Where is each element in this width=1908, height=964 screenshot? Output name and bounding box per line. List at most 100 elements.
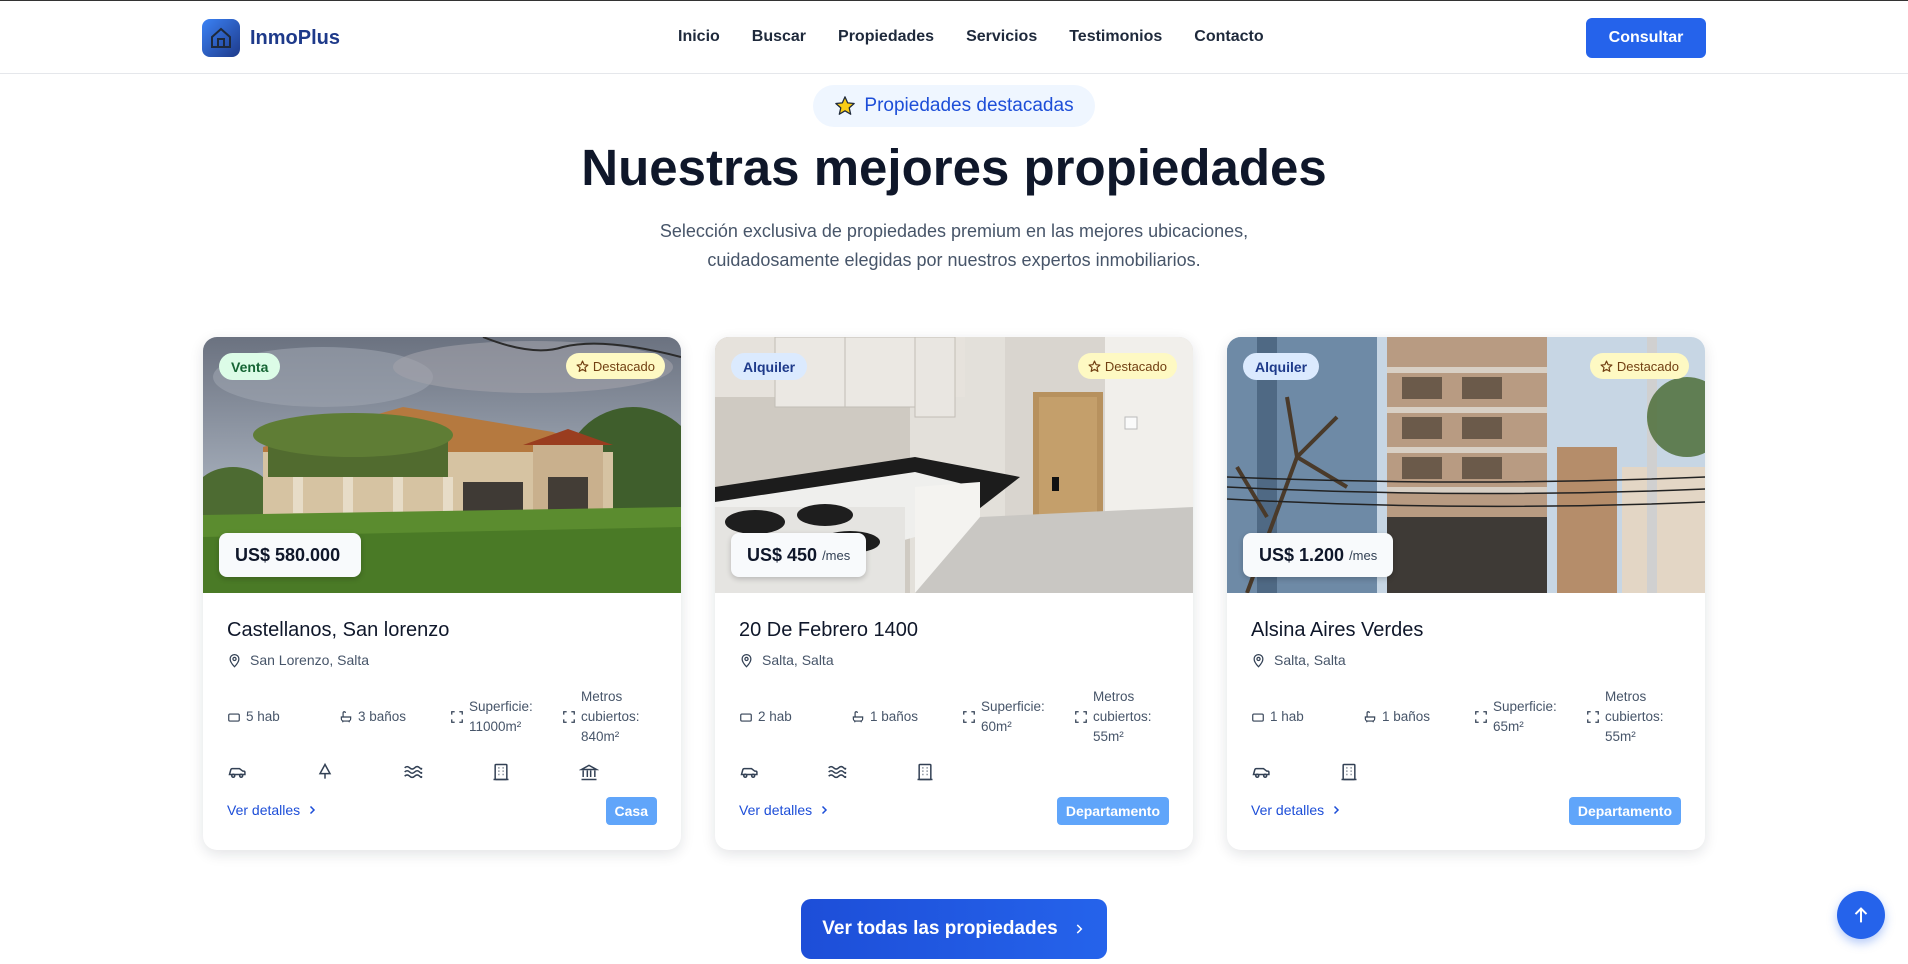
expand-icon (563, 711, 575, 723)
view-details-link[interactable]: Ver detalles (1251, 802, 1342, 818)
area-feature: Superficie: 65m² (1474, 687, 1557, 747)
price-suffix: /mes (1349, 547, 1378, 563)
house-logo-icon (202, 19, 240, 57)
bed-icon (1252, 713, 1264, 722)
property-location: San Lorenzo, Salta (227, 652, 369, 668)
nav-link-servicios[interactable]: Servicios (966, 28, 1037, 46)
rooms-text: 2 hab (758, 709, 792, 724)
pill-label: Propiedades destacadas (864, 95, 1074, 116)
star-icon (1088, 359, 1101, 372)
baths-text: 3 baños (358, 709, 407, 724)
property-photo-house[interactable]: Venta Destacado US$ 580.000 (203, 337, 681, 593)
section-title: Nuestras mejores propiedades (581, 139, 1327, 196)
area-text: Superficie: 65m² (1493, 697, 1557, 737)
operation-badge: Venta (219, 353, 281, 380)
bath-icon (340, 711, 352, 723)
baths-text: 1 baños (870, 709, 919, 724)
consult-button[interactable]: Consultar (1586, 18, 1706, 58)
property-type-badge: Departamento (1056, 797, 1169, 825)
scroll-to-top-button[interactable] (1837, 891, 1885, 939)
area-label: Superficie: (981, 699, 1045, 714)
map-pin-icon (229, 653, 240, 668)
expand-icon (1075, 711, 1087, 723)
property-card[interactable]: Alquiler Destacado US$ 450 /mes 20 De Fe… (715, 337, 1193, 850)
property-type-badge: Casa (605, 797, 657, 825)
property-photo-building[interactable]: Alquiler Destacado US$ 1.200 /mes (1227, 337, 1705, 594)
operation-badge: Alquiler (731, 353, 808, 380)
car-icon (1252, 767, 1270, 778)
bed-icon (228, 713, 240, 722)
area-value: 11000m² (469, 719, 522, 734)
baths-text: 1 baños (1382, 709, 1431, 724)
featured-label: Destacado (1616, 358, 1679, 374)
covered-text: Metros cubiertos: 840m² (581, 687, 640, 747)
price-tag: US$ 1.200 /mes (1243, 533, 1394, 577)
price-value: US$ 1.200 (1259, 544, 1345, 565)
map-pin-icon (741, 653, 752, 668)
view-details-label: Ver detalles (227, 802, 301, 818)
expand-icon (1587, 711, 1599, 723)
area-value: 65m² (1493, 719, 1524, 734)
view-all-properties-button[interactable]: Ver todas las propiedades (801, 899, 1107, 959)
bath-icon (1364, 711, 1376, 723)
property-title[interactable]: 20 De Febrero 1400 (739, 619, 918, 642)
view-details-link[interactable]: Ver detalles (227, 802, 318, 818)
property-title[interactable]: Castellanos, San lorenzo (227, 619, 449, 642)
view-details-label: Ver detalles (1251, 802, 1325, 818)
car-icon (228, 767, 246, 778)
rooms-text: 1 hab (1270, 709, 1304, 724)
building-icon (1341, 763, 1357, 781)
property-title[interactable]: Alsina Aires Verdes (1251, 619, 1423, 642)
chevron-right-icon (1076, 924, 1083, 934)
property-photo-kitchen[interactable]: Alquiler Destacado US$ 450 /mes (715, 337, 1193, 593)
area-text: Superficie: 60m² (981, 697, 1045, 737)
property-card[interactable]: Venta Destacado US$ 580.000 Castellanos,… (203, 337, 681, 850)
building-icon (493, 763, 509, 781)
nav-link-propiedades[interactable]: Propiedades (838, 28, 934, 46)
price-tag: US$ 580.000 (219, 533, 362, 577)
chevron-right-icon (310, 805, 316, 815)
bath-icon (852, 711, 864, 723)
rooms-feature: 2 hab (739, 687, 792, 747)
covered-text: Metros cubiertos: 55m² (1605, 687, 1664, 747)
location-text: Salta, Salta (762, 652, 834, 668)
price-tag: US$ 450 /mes (731, 533, 867, 577)
operation-badge: Alquiler (1243, 353, 1320, 380)
nav-link-buscar[interactable]: Buscar (752, 28, 806, 46)
nav-link-inicio[interactable]: Inicio (678, 28, 720, 46)
view-all-label: Ver todas las propiedades (822, 918, 1058, 939)
featured-section-pill: Propiedades destacadas (813, 85, 1095, 127)
map-pin-icon (1253, 653, 1264, 668)
brand[interactable]: InmoPlus (202, 19, 340, 57)
rooms-feature: 5 hab (227, 687, 280, 747)
expand-icon (451, 711, 463, 723)
nav-link-contacto[interactable]: Contacto (1194, 28, 1263, 46)
covered-value: 55m² (1605, 729, 1636, 744)
nav-links: Inicio Buscar Propiedades Servicios Test… (678, 28, 1264, 46)
section-subtitle: Selección exclusiva de propiedades premi… (554, 217, 1354, 275)
location-text: San Lorenzo, Salta (250, 652, 370, 668)
star-icon (835, 96, 856, 115)
covered-label-2: cubiertos: (581, 709, 640, 724)
covered-feature: Metros cubiertos: 55m² (1074, 687, 1152, 747)
area-value: 60m² (981, 719, 1012, 734)
car-icon (740, 767, 758, 778)
view-details-link[interactable]: Ver detalles (739, 802, 830, 818)
baths-feature: 3 baños (339, 687, 406, 747)
chevron-right-icon (1334, 805, 1340, 815)
covered-value: 840m² (581, 729, 620, 744)
price-suffix: /mes (822, 547, 851, 563)
covered-feature: Metros cubiertos: 55m² (1586, 687, 1664, 747)
star-icon (1600, 359, 1613, 372)
waves-icon (828, 765, 847, 779)
area-feature: Superficie: 11000m² (450, 687, 533, 747)
featured-label: Destacado (592, 358, 655, 374)
nav-link-testimonios[interactable]: Testimonios (1069, 28, 1162, 46)
property-location: Salta, Salta (739, 652, 834, 668)
baths-feature: 1 baños (1363, 687, 1430, 747)
location-text: Salta, Salta (1274, 652, 1346, 668)
covered-label-1: Metros (1093, 689, 1135, 704)
view-details-label: Ver detalles (739, 802, 813, 818)
covered-text: Metros cubiertos: 55m² (1093, 687, 1152, 747)
property-card[interactable]: Alquiler Destacado US$ 1.200 /mes Alsina… (1227, 337, 1705, 850)
